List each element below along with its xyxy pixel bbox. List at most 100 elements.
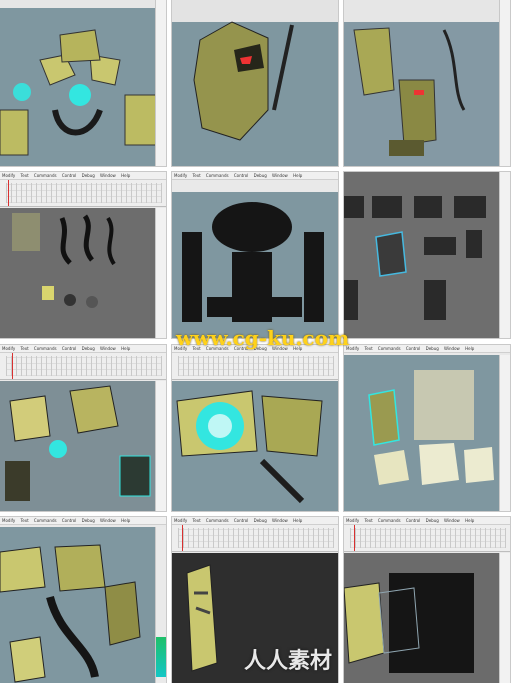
armor-parts-layout-icon	[344, 196, 486, 320]
panel-robot-front	[0, 0, 166, 166]
menu-debug[interactable]: Debug	[426, 346, 439, 351]
stage[interactable]	[344, 553, 500, 683]
menu-commands[interactable]: Commands	[206, 173, 229, 178]
menu-control[interactable]: Control	[406, 518, 420, 523]
timeline-panel[interactable]	[0, 180, 166, 207]
menu-window[interactable]: Window	[100, 518, 116, 523]
robot-head-icon	[172, 0, 338, 141]
tool-sidebar[interactable]	[499, 0, 510, 166]
stage[interactable]	[344, 172, 500, 338]
panel-armor-pieces	[344, 172, 510, 338]
panel-robot-shadow: Modify Text Commands Control Debug Windo…	[344, 517, 510, 683]
stage[interactable]	[0, 208, 156, 338]
stage[interactable]	[172, 381, 338, 511]
color-swatch-panel[interactable]	[155, 527, 166, 683]
menu-text[interactable]: Text	[21, 346, 29, 351]
stage[interactable]	[0, 527, 156, 683]
panel-robot-silhouette: Modify Text Commands Control Debug Windo…	[172, 172, 338, 338]
menu-commands[interactable]: Commands	[378, 346, 401, 351]
menu-text[interactable]: Text	[21, 518, 29, 523]
menu-help[interactable]: Help	[121, 346, 130, 351]
menu-window[interactable]: Window	[100, 173, 116, 178]
stage[interactable]	[344, 355, 500, 511]
panel-robot-head	[172, 0, 338, 166]
menu-bar[interactable]: Modify Text Commands Control Debug Windo…	[0, 172, 166, 180]
menu-control[interactable]: Control	[234, 173, 248, 178]
menu-help[interactable]: Help	[465, 346, 474, 351]
menu-debug[interactable]: Debug	[82, 173, 95, 178]
menu-window[interactable]: Window	[444, 346, 460, 351]
menu-text[interactable]: Text	[21, 173, 29, 178]
menu-window[interactable]: Window	[272, 518, 288, 523]
menu-commands[interactable]: Commands	[34, 173, 57, 178]
glowing-core-icon	[176, 390, 323, 504]
menu-debug[interactable]: Debug	[254, 173, 267, 178]
menu-help[interactable]: Help	[293, 173, 302, 178]
stage[interactable]	[172, 192, 338, 338]
tool-sidebar[interactable]	[155, 0, 166, 166]
panel-robot-faded: Modify Text Commands Control Debug Windo…	[344, 345, 510, 511]
menu-commands[interactable]: Commands	[378, 518, 401, 523]
menu-help[interactable]: Help	[121, 518, 130, 523]
tool-sidebar[interactable]	[155, 208, 166, 338]
menu-modify[interactable]: Modify	[2, 518, 15, 523]
menu-window[interactable]: Window	[272, 173, 288, 178]
timeline-playhead-icon[interactable]	[182, 525, 183, 551]
menu-modify[interactable]: Modify	[2, 173, 15, 178]
menu-debug[interactable]: Debug	[82, 346, 95, 351]
menu-text[interactable]: Text	[193, 173, 201, 178]
menu-bar[interactable]: Modify Text Commands Control Debug Windo…	[344, 345, 510, 353]
robot-armor-icon	[0, 0, 157, 156]
menu-commands[interactable]: Commands	[34, 346, 57, 351]
menu-modify[interactable]: Modify	[174, 518, 187, 523]
menu-text[interactable]: Text	[193, 518, 201, 523]
watermark-text: www.cg-ku.com	[176, 326, 350, 350]
tool-sidebar[interactable]	[499, 355, 510, 511]
menu-control[interactable]: Control	[62, 173, 76, 178]
timeline-panel[interactable]	[0, 353, 166, 380]
menu-modify[interactable]: Modify	[2, 346, 15, 351]
timeline-playhead-icon[interactable]	[12, 353, 13, 379]
menu-debug[interactable]: Debug	[426, 518, 439, 523]
menu-bar[interactable]: Modify Text Commands Control Debug Windo…	[0, 345, 166, 353]
menu-bar[interactable]: Modify Text Commands Control Debug Windo…	[172, 172, 338, 180]
menu-help[interactable]: Help	[121, 173, 130, 178]
menu-debug[interactable]: Debug	[254, 518, 267, 523]
parts-library-icon	[12, 213, 116, 308]
menu-help[interactable]: Help	[465, 518, 474, 523]
screenshot-grid: Modify Text Commands Control Debug Windo…	[0, 0, 512, 683]
menu-modify[interactable]: Modify	[174, 173, 187, 178]
stage[interactable]	[0, 381, 156, 511]
menu-commands[interactable]: Commands	[206, 518, 229, 523]
panel-robot-legs	[344, 0, 510, 166]
robot-shadow-icon	[344, 573, 474, 673]
robot-legs-icon	[344, 0, 500, 156]
menu-control[interactable]: Control	[62, 346, 76, 351]
menu-debug[interactable]: Debug	[82, 518, 95, 523]
menu-text[interactable]: Text	[365, 346, 373, 351]
menu-window[interactable]: Window	[444, 518, 460, 523]
tool-sidebar[interactable]	[499, 553, 510, 683]
menu-text[interactable]: Text	[365, 518, 373, 523]
tool-sidebar[interactable]	[155, 381, 166, 511]
menu-control[interactable]: Control	[406, 346, 420, 351]
menu-commands[interactable]: Commands	[34, 518, 57, 523]
stage[interactable]	[172, 0, 338, 166]
timeline-panel[interactable]	[344, 525, 510, 552]
menu-bar[interactable]: Modify Text Commands Control Debug Windo…	[172, 517, 338, 525]
menu-help[interactable]: Help	[293, 518, 302, 523]
menu-bar[interactable]: Modify Text Commands Control Debug Windo…	[0, 517, 166, 525]
stage[interactable]	[344, 0, 500, 166]
menu-bar[interactable]: Modify Text Commands Control Debug Windo…	[344, 517, 510, 525]
menu-modify[interactable]: Modify	[346, 518, 359, 523]
timeline-playhead-icon[interactable]	[8, 180, 9, 206]
timeline-playhead-icon[interactable]	[354, 525, 355, 551]
menu-control[interactable]: Control	[234, 518, 248, 523]
menu-control[interactable]: Control	[62, 518, 76, 523]
timeline-panel[interactable]	[172, 353, 338, 380]
robot-rendered-icon	[5, 385, 151, 501]
menu-window[interactable]: Window	[100, 346, 116, 351]
stage[interactable]	[0, 0, 157, 166]
timeline-panel[interactable]	[172, 525, 338, 552]
tool-sidebar[interactable]	[499, 172, 510, 338]
